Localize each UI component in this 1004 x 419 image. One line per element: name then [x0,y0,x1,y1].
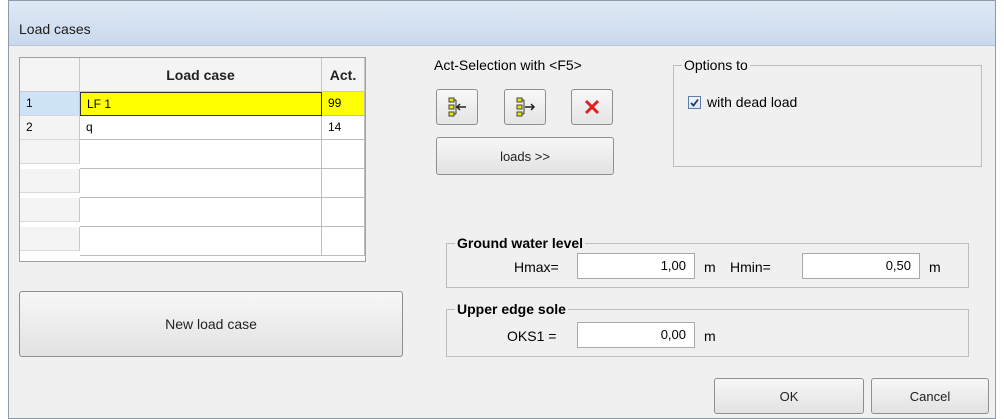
new-load-case-button[interactable]: New load case [19,291,403,357]
act-selection-label: Act-Selection with <F5> [434,57,582,73]
title-bar: Load cases [9,1,995,46]
hmax-unit: m [704,259,716,275]
select-left-icon [448,97,466,117]
act-cell-empty[interactable] [322,169,365,198]
load-cases-dialog: Load cases Load case Act. 1 LF 1 99 2 q … [8,0,996,419]
dead-load-checkbox[interactable] [688,95,701,109]
oks1-input[interactable]: 0,00 [577,322,695,348]
load-case-name-cell[interactable]: q [80,116,322,140]
row-header-1[interactable]: 1 [20,92,80,116]
act-cell-empty[interactable] [322,198,365,227]
checkmark-icon [690,98,699,107]
act-cell-empty[interactable] [322,227,365,256]
move-left-button[interactable] [436,89,478,125]
act-cell-empty[interactable] [322,140,365,169]
hmax-label: Hmax= [514,259,559,275]
hmin-unit: m [929,259,941,275]
hmin-label: Hmin= [730,259,771,275]
load-case-name-cell-empty[interactable] [80,140,322,169]
row-header-corner [20,58,80,92]
row-header-empty[interactable] [20,227,80,251]
delete-button[interactable] [571,89,613,125]
move-right-button[interactable] [504,89,546,125]
hmax-input[interactable]: 1,00 [577,253,695,279]
upper-edge-group: Upper edge sole OKS1 = 0,00 m [446,301,969,357]
act-cell[interactable]: 99 [322,92,365,116]
row-header-2[interactable]: 2 [20,116,80,140]
load-case-name-cell-empty[interactable] [80,198,322,227]
load-case-table: Load case Act. 1 LF 1 99 2 q 14 [19,57,366,262]
cancel-button[interactable]: Cancel [871,378,989,414]
upper-edge-title: Upper edge sole [455,301,568,317]
ok-button[interactable]: OK [714,378,864,414]
ground-water-group: Ground water level Hmax= 1,00 m Hmin= 0,… [446,235,969,288]
load-case-name-cell[interactable]: LF 1 [80,92,322,116]
oks1-unit: m [704,328,716,344]
hmin-input[interactable]: 0,50 [802,253,920,279]
ground-water-title: Ground water level [455,235,586,251]
dead-load-label: with dead load [707,94,798,110]
dead-load-checkbox-row[interactable]: with dead load [688,94,797,110]
row-header-empty[interactable] [20,169,80,193]
row-header-empty[interactable] [20,198,80,222]
options-title: Options to [682,57,750,73]
options-group: Options to with dead load [673,57,982,167]
oks1-label: OKS1 = [507,328,557,344]
act-cell[interactable]: 14 [322,116,365,140]
select-right-icon [516,97,536,117]
window-title: Load cases [19,21,91,37]
delete-x-icon [584,99,600,115]
column-header-load-case[interactable]: Load case [80,58,322,92]
column-header-act[interactable]: Act. [322,58,365,92]
row-header-empty[interactable] [20,140,80,164]
load-case-name-cell-empty[interactable] [80,227,322,256]
load-case-name-cell-empty[interactable] [80,169,322,198]
loads-button[interactable]: loads >> [436,137,614,175]
